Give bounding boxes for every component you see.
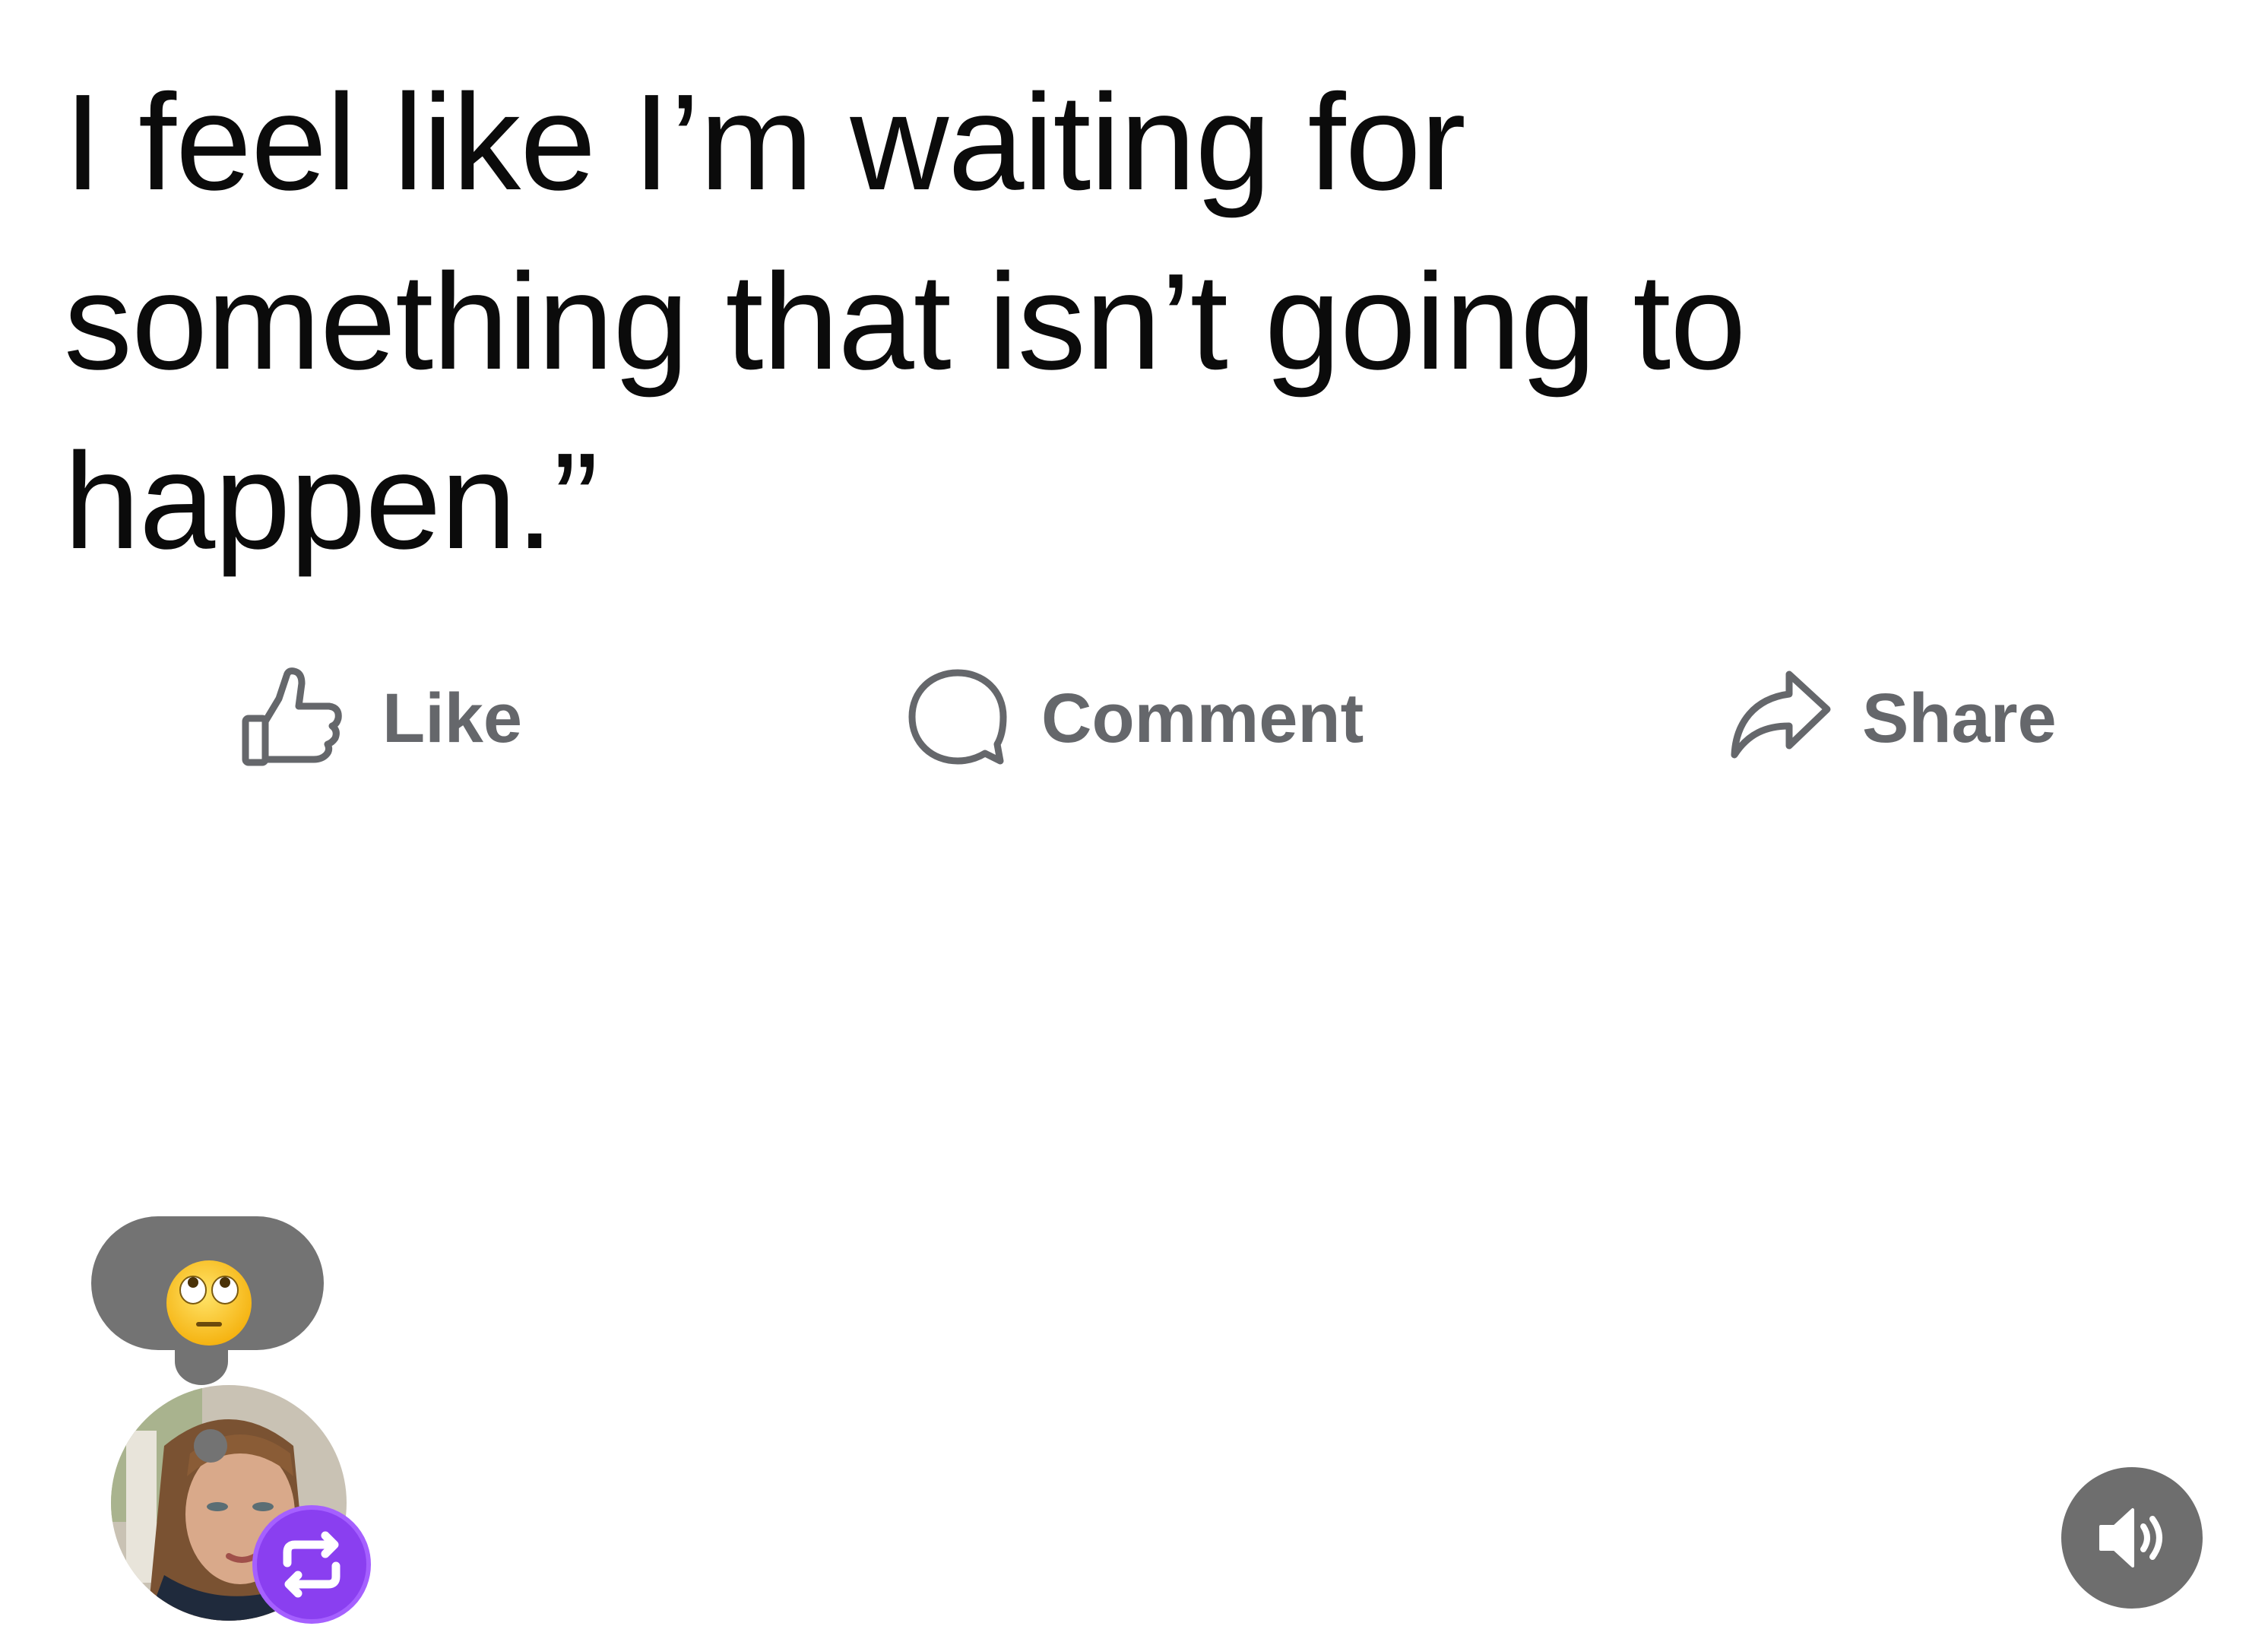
like-button[interactable]: Like	[239, 661, 522, 775]
rolling-eyes-emoji-icon	[164, 1258, 254, 1348]
post-text: I feel like I’m waiting for something th…	[64, 66, 1746, 578]
comment-button[interactable]: Comment	[904, 661, 1364, 775]
post-action-bar: Like Comment Share	[0, 661, 2268, 775]
comment-label: Comment	[1041, 679, 1364, 757]
thumbs-up-icon	[239, 665, 346, 772]
like-label: Like	[382, 679, 523, 757]
repost-icon	[257, 1531, 366, 1622]
speech-bubble-icon	[904, 665, 1011, 772]
share-button[interactable]: Share	[1725, 661, 2057, 775]
repost-badge[interactable]	[252, 1505, 371, 1624]
sound-button[interactable]	[2061, 1467, 2203, 1609]
speaker-volume-icon	[2061, 1508, 2203, 1612]
share-arrow-icon	[1725, 665, 1832, 772]
reaction-dot	[194, 1429, 227, 1463]
share-label: Share	[1862, 679, 2057, 757]
